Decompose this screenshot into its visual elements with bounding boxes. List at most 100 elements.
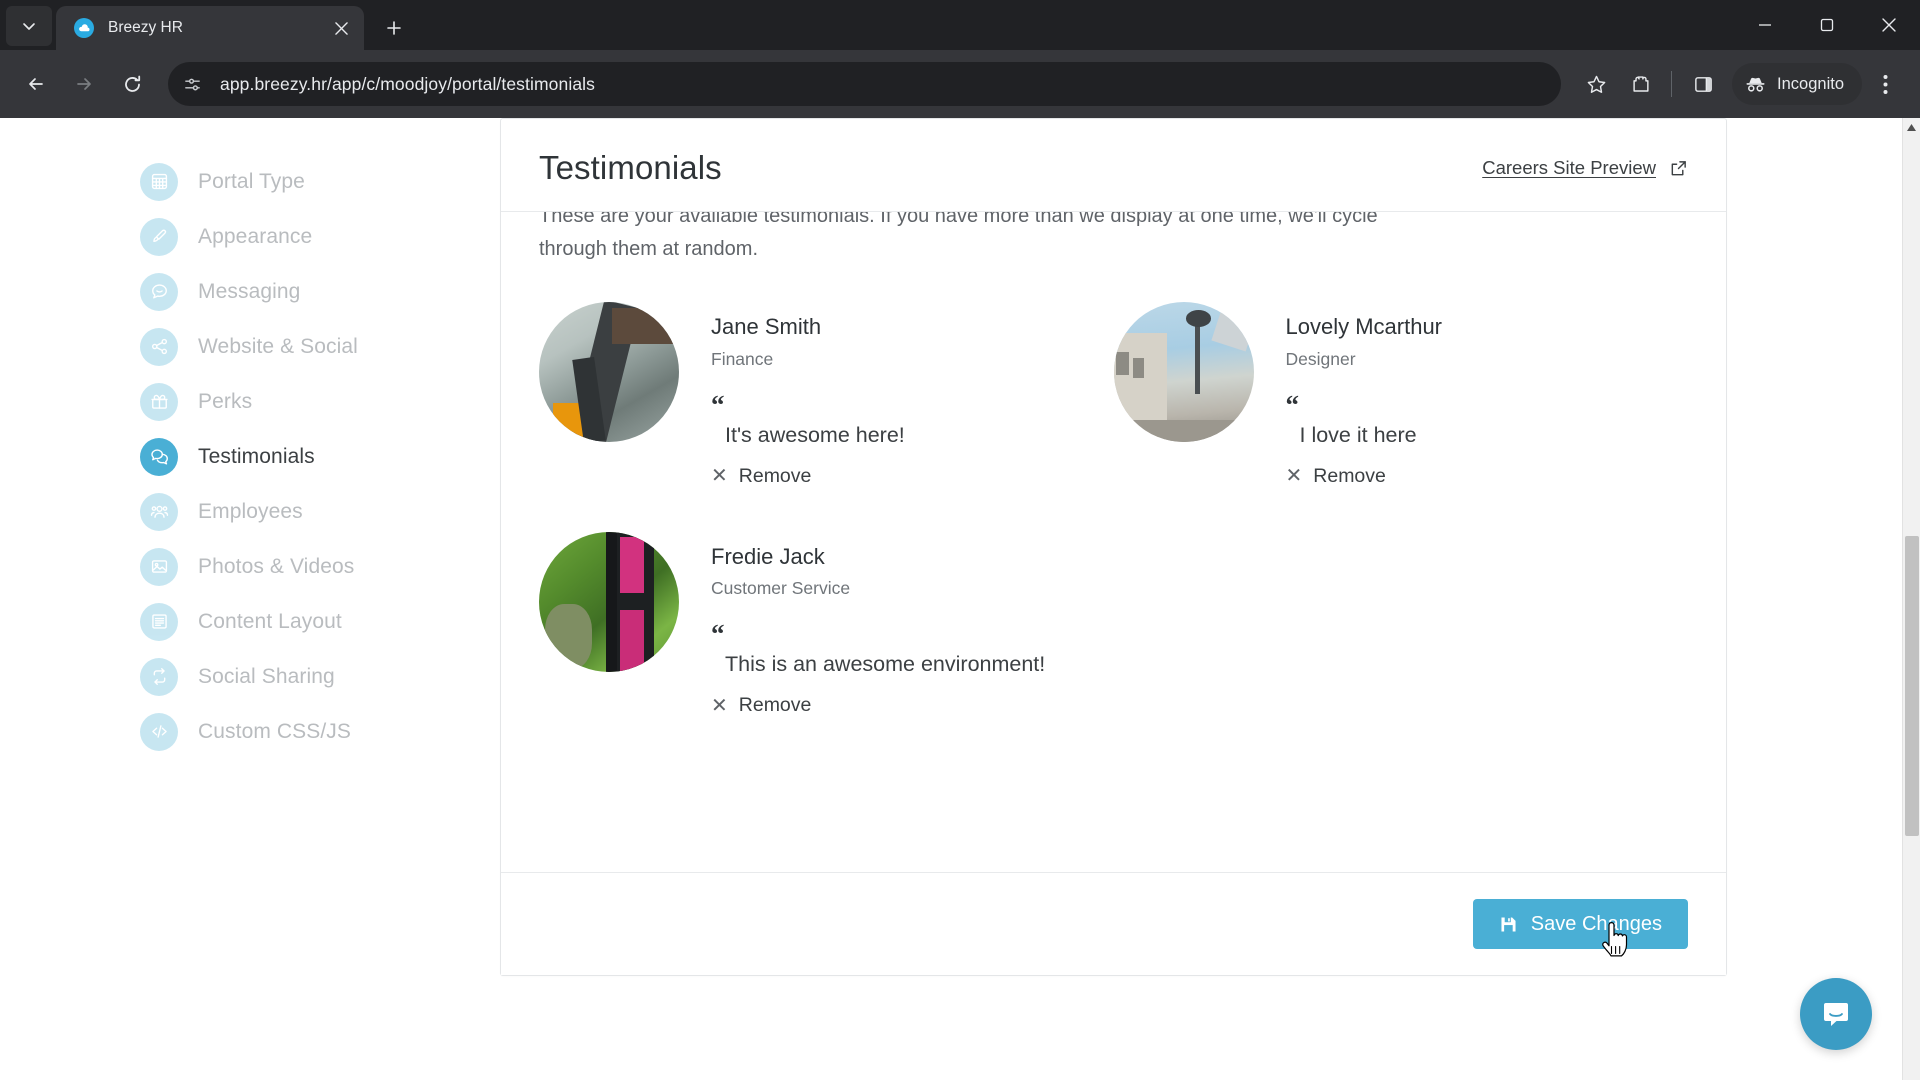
card-body-scroll[interactable]: These are your available testimonials. I…	[501, 212, 1726, 872]
forward-icon	[77, 78, 91, 90]
chat-launcher-button[interactable]	[1800, 978, 1872, 1050]
sidebar-item-website-social[interactable]: Website & Social	[140, 319, 450, 374]
new-tab-button[interactable]	[376, 10, 412, 46]
site-settings-icon[interactable]	[174, 66, 210, 102]
chrome-menu-button[interactable]	[1864, 63, 1906, 105]
remove-label: Remove	[738, 694, 812, 717]
sidebar-item-portal-type[interactable]: Portal Type	[140, 154, 450, 209]
testimonial-item: Lovely Mcarthur Designer “I love it here ✕ R…	[1113, 302, 1689, 488]
testimonial-item: Jane Smith Finance “It's awesome here! ✕ Rem…	[539, 302, 1114, 488]
sidebar-item-messaging[interactable]: Messaging	[140, 264, 450, 319]
sidebar-item-custom-css-js[interactable]: Custom CSS/JS	[140, 704, 450, 759]
close-icon	[334, 21, 348, 35]
sidebar-item-label: Portal Type	[198, 169, 305, 193]
avatar	[539, 302, 679, 442]
remove-testimonial-button[interactable]: ✕ Remove	[1286, 465, 1443, 488]
reload-button[interactable]	[110, 62, 154, 106]
sidebar-item-label: Photos & Videos	[198, 554, 355, 578]
share-icon	[140, 327, 178, 366]
cloud-icon	[74, 18, 94, 38]
remove-label: Remove	[1313, 464, 1386, 487]
window-close-button[interactable]	[1858, 0, 1920, 50]
minimize-button[interactable]	[1734, 0, 1796, 50]
careers-site-preview-link[interactable]: Careers Site Preview	[1482, 157, 1688, 179]
page-title: Testimonials	[539, 149, 722, 186]
sidebar-item-label: Testimonials	[198, 444, 315, 468]
extensions-icon	[1632, 75, 1649, 92]
testimonial-quote: This is an awesome environment!	[725, 652, 1046, 677]
minimize-icon	[1759, 24, 1771, 26]
quote-mark-icon: “	[1285, 389, 1299, 420]
maximize-icon	[1820, 18, 1834, 32]
sidebar-item-appearance[interactable]: Appearance	[140, 209, 450, 264]
avatar-photo	[1113, 302, 1254, 442]
sidebar-item-label: Custom CSS/JS	[198, 719, 352, 743]
reload-icon	[124, 75, 140, 92]
incognito-label: Incognito	[1777, 74, 1844, 93]
plus-icon	[387, 21, 401, 35]
portal-sidebar: Portal Type Appearance Messaging Website & …	[140, 118, 450, 1080]
sidebar-item-social-sharing[interactable]: Social Sharing	[140, 649, 450, 704]
close-icon: ✕	[1285, 465, 1303, 488]
avatar	[539, 531, 679, 672]
scroll-up-button[interactable]	[1903, 118, 1920, 136]
portal-settings-page: Portal Type Appearance Messaging Website & …	[0, 118, 1902, 1080]
quote-mark-icon: “	[711, 389, 724, 420]
back-icon	[29, 78, 43, 90]
tab-close-button[interactable]	[328, 15, 354, 41]
incognito-icon	[1746, 77, 1765, 92]
extensions-button[interactable]	[1619, 63, 1661, 105]
page-scrollbar[interactable]	[1902, 118, 1920, 1080]
avatar-photo	[539, 531, 679, 672]
sidebar-item-content-layout[interactable]: Content Layout	[140, 594, 450, 649]
image-icon	[140, 547, 178, 586]
tab-title: Breezy HR	[108, 19, 183, 36]
sidebar-item-photos-videos[interactable]: Photos & Videos	[140, 539, 450, 594]
testimonial-role: Finance	[711, 348, 774, 369]
people-icon	[140, 492, 178, 531]
sidebar-item-label: Website & Social	[198, 334, 358, 358]
sidebar-item-testimonials[interactable]: Testimonials	[140, 429, 450, 484]
testimonial-name: Fredie Jack	[711, 543, 825, 569]
bookmark-star-button[interactable]	[1575, 63, 1617, 105]
browser-tab[interactable]: Breezy HR	[56, 6, 364, 50]
grid-icon	[140, 162, 178, 201]
intercom-chat-icon	[1824, 1003, 1848, 1026]
remove-testimonial-button[interactable]: ✕ Remove	[711, 694, 1045, 717]
forward-button[interactable]	[62, 62, 106, 106]
save-changes-button[interactable]: Save Changes	[1472, 899, 1688, 949]
incognito-badge[interactable]: Incognito	[1732, 63, 1862, 105]
avatar-photo	[539, 302, 679, 442]
external-link-icon	[1671, 160, 1686, 175]
browser-window: Breezy HR app.breezy.hr/app/c/moodjoy/po…	[0, 0, 1920, 1080]
close-icon	[1882, 18, 1896, 32]
chrome-menu-icon	[1883, 74, 1887, 94]
tab-search-button[interactable]	[6, 6, 52, 46]
retweet-icon	[140, 657, 178, 696]
address-bar[interactable]: app.breezy.hr/app/c/moodjoy/portal/testi…	[168, 62, 1562, 106]
testimonial-role: Customer Service	[711, 578, 851, 599]
quote-mark-icon: “	[711, 619, 725, 650]
list-icon	[140, 602, 178, 641]
toolbar-actions: Incognito	[1575, 63, 1906, 105]
back-button[interactable]	[14, 62, 58, 106]
sidebar-item-perks[interactable]: Perks	[140, 374, 450, 429]
sidebar-item-employees[interactable]: Employees	[140, 484, 450, 539]
scrollbar-thumb[interactable]	[1905, 536, 1919, 836]
side-panel-button[interactable]	[1682, 63, 1724, 105]
testimonial-quote: It's awesome here!	[725, 422, 905, 447]
maximize-button[interactable]	[1796, 0, 1858, 50]
save-changes-label: Save Changes	[1530, 912, 1662, 935]
code-icon	[140, 712, 178, 751]
card-footer: Save Changes	[501, 872, 1726, 975]
brush-icon	[140, 217, 178, 256]
testimonial-name: Jane Smith	[711, 314, 822, 339]
save-disk-icon	[1501, 916, 1516, 932]
testimonial-quote: I love it here	[1299, 422, 1417, 447]
avatar	[1113, 302, 1254, 442]
chevron-up-icon	[1907, 123, 1916, 131]
testimonial-name: Lovely Mcarthur	[1285, 314, 1443, 339]
remove-testimonial-button[interactable]: ✕ Remove	[711, 465, 905, 488]
sidebar-item-label: Content Layout	[198, 609, 342, 633]
close-icon: ✕	[711, 694, 728, 717]
